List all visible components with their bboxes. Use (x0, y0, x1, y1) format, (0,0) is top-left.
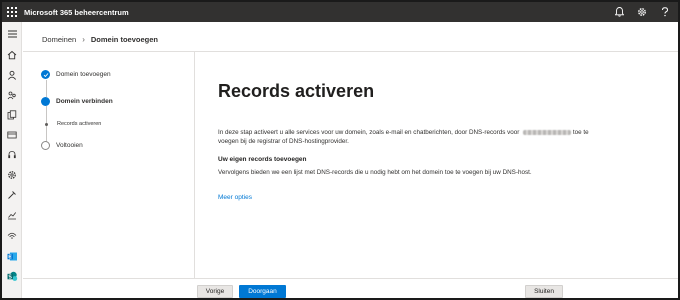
pending-step-dot-icon (41, 141, 50, 150)
sharepoint-icon[interactable] (6, 270, 18, 282)
home-icon[interactable] (6, 49, 18, 61)
reports-icon[interactable] (6, 209, 18, 221)
substep-activate-records: Records activeren (57, 121, 102, 127)
app-title[interactable]: Microsoft 365 beheercentrum (24, 8, 129, 17)
step-label: Voltooien (56, 142, 83, 149)
settings-icon[interactable] (6, 169, 18, 181)
groups-icon[interactable] (6, 89, 18, 101)
admin-center-window: Microsoft 365 beheercentrum Domeinen › D… (0, 0, 680, 300)
section-heading: Uw eigen records toevoegen (218, 156, 307, 163)
section-paragraph: Vervolgens bieden we een lijst met DNS-r… (218, 169, 532, 176)
intro-paragraph: In deze stap activeert u alle services v… (218, 129, 589, 145)
gear-icon[interactable] (635, 5, 649, 19)
wizard-footer: Vorige Doorgaan Sluiten (23, 278, 678, 298)
wizard-panel: Domein toevoegen Domein verbinden Record… (23, 51, 678, 279)
checkmark-icon (41, 70, 50, 79)
left-nav-rail (2, 22, 22, 298)
close-button[interactable]: Sluiten (525, 285, 563, 298)
more-options-link[interactable]: Meer opties (218, 194, 252, 201)
menu-icon[interactable] (6, 28, 18, 40)
health-icon[interactable] (6, 229, 18, 241)
step-add-domain: Domein toevoegen (41, 70, 111, 79)
page-title: Records activeren (218, 81, 375, 101)
breadcrumb-domains-link[interactable]: Domeinen (42, 35, 76, 44)
active-step-dot-icon (41, 97, 50, 106)
redacted-domain (523, 129, 572, 135)
help-icon[interactable] (658, 5, 672, 19)
breadcrumb-current: Domein toevoegen (90, 35, 158, 44)
setup-icon[interactable] (6, 189, 18, 201)
substep-dot-icon (45, 123, 48, 126)
continue-button[interactable]: Doorgaan (239, 285, 286, 298)
wizard-steps: Domein toevoegen Domein verbinden Record… (23, 52, 195, 279)
step-connector (46, 80, 47, 97)
user-icon[interactable] (6, 69, 18, 81)
exchange-icon[interactable] (6, 250, 18, 262)
support-icon[interactable] (6, 149, 18, 161)
step-connect-domain: Domein verbinden (41, 97, 113, 106)
billing-icon[interactable] (6, 129, 18, 141)
step-finish: Voltooien (41, 141, 83, 150)
copy-icon[interactable] (6, 109, 18, 121)
top-bar: Microsoft 365 beheercentrum (2, 2, 678, 22)
waffle-icon[interactable] (2, 2, 22, 22)
breadcrumb: Domeinen › Domein toevoegen (42, 35, 158, 44)
back-button[interactable]: Vorige (197, 285, 233, 298)
bell-icon[interactable] (612, 5, 626, 19)
step-label: Domein verbinden (56, 98, 113, 105)
step-label: Domein toevoegen (56, 71, 111, 78)
chevron-right-icon: › (82, 35, 85, 44)
